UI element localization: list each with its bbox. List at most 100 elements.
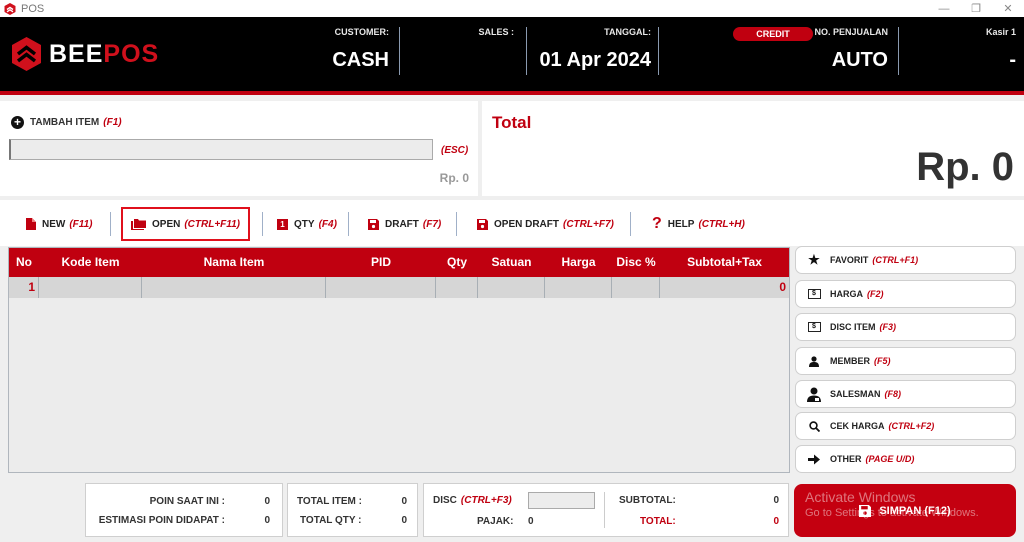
close-button[interactable]: ✕ bbox=[992, 0, 1024, 17]
cell-satuan[interactable] bbox=[478, 277, 545, 298]
grand-total-label: TOTAL: bbox=[640, 516, 676, 527]
date-field[interactable]: TANGGAL: 01 Apr 2024 bbox=[535, 27, 651, 72]
other-button[interactable]: OTHER (PAGE U/D) bbox=[795, 445, 1016, 473]
col-header-no[interactable]: No bbox=[9, 248, 39, 277]
file-icon bbox=[26, 218, 36, 230]
logo-text-pos: POS bbox=[103, 39, 160, 68]
col-header-disc[interactable]: Disc % bbox=[612, 248, 660, 277]
add-item-input[interactable] bbox=[9, 139, 433, 160]
col-header-nama-item[interactable]: Nama Item bbox=[142, 248, 326, 277]
cek-harga-button[interactable]: CEK HARGA (CTRL+F2) bbox=[795, 412, 1016, 440]
totals-count-box: TOTAL ITEM : 0 TOTAL QTY : 0 bbox=[287, 483, 418, 537]
cell-pid[interactable] bbox=[326, 277, 436, 298]
col-header-subtotal[interactable]: Subtotal+Tax bbox=[660, 248, 789, 277]
open-draft-button[interactable]: OPEN DRAFT (CTRL+F7) bbox=[477, 207, 614, 241]
customer-label: CUSTOMER: bbox=[334, 27, 389, 37]
cek-harga-shortcut: (CTRL+F2) bbox=[888, 421, 935, 431]
col-header-harga[interactable]: Harga bbox=[545, 248, 612, 277]
price-tag-icon: $ bbox=[804, 289, 824, 299]
save-label: SIMPAN (F12) bbox=[879, 504, 951, 517]
save-button[interactable]: SIMPAN (F12) bbox=[794, 484, 1016, 537]
cell-subtotal[interactable]: 0 bbox=[660, 277, 789, 298]
favorit-label: FAVORIT bbox=[830, 255, 869, 265]
salesman-label: SALESMAN bbox=[830, 389, 881, 399]
open-button[interactable]: OPEN (CTRL+F11) bbox=[121, 207, 250, 241]
table-row[interactable]: 1 0 bbox=[9, 277, 789, 298]
draft-button[interactable]: DRAFT (F7) bbox=[368, 207, 441, 241]
add-item-shortcut: (F1) bbox=[103, 117, 122, 128]
cell-harga[interactable] bbox=[545, 277, 612, 298]
cashier-field: Kasir 1 - bbox=[910, 27, 1016, 72]
draft-shortcut: (F7) bbox=[422, 218, 442, 230]
harga-button[interactable]: $ HARGA (F2) bbox=[795, 280, 1016, 308]
disc-shortcut: (CTRL+F3) bbox=[460, 495, 512, 506]
restore-button[interactable]: ❐ bbox=[960, 0, 992, 17]
arrow-right-icon bbox=[804, 454, 824, 465]
cashier-label: Kasir 1 bbox=[985, 27, 1016, 37]
col-header-satuan[interactable]: Satuan bbox=[478, 248, 545, 277]
other-label: OTHER bbox=[830, 454, 862, 464]
total-panel: Total Rp. 0 bbox=[482, 101, 1024, 196]
disc-label: DISC (CTRL+F3) bbox=[433, 495, 512, 506]
header-divider bbox=[898, 27, 899, 75]
cell-nama-item[interactable] bbox=[142, 277, 326, 298]
salesman-button[interactable]: SALESMAN (F8) bbox=[795, 380, 1016, 408]
minimize-button[interactable]: — bbox=[928, 0, 960, 17]
bee-logo-icon bbox=[12, 37, 41, 71]
open-draft-shortcut: (CTRL+F7) bbox=[563, 218, 614, 230]
favorit-button[interactable]: ★ FAVORIT (CTRL+F1) bbox=[795, 246, 1016, 274]
logo-text-bee: BEE bbox=[49, 39, 104, 68]
qty-icon: 1 bbox=[277, 218, 288, 230]
qty-button[interactable]: 1 QTY (F4) bbox=[277, 207, 337, 241]
salesman-icon bbox=[804, 387, 824, 402]
add-item-title: + TAMBAH ITEM (F1) bbox=[11, 116, 122, 129]
col-header-qty[interactable]: Qty bbox=[436, 248, 478, 277]
summary-divider bbox=[604, 492, 605, 528]
sales-label: SALES : bbox=[478, 27, 514, 37]
col-header-kode-item[interactable]: Kode Item bbox=[39, 248, 142, 277]
customer-field[interactable]: CUSTOMER: CASH bbox=[300, 27, 389, 72]
subtotal-label: SUBTOTAL: bbox=[619, 495, 676, 506]
disc-item-shortcut: (F3) bbox=[879, 322, 897, 332]
member-button[interactable]: MEMBER (F5) bbox=[795, 347, 1016, 375]
app-logo-icon bbox=[4, 2, 16, 15]
points-estimate-label: ESTIMASI POIN DIDAPAT : bbox=[98, 515, 225, 526]
sale-number-field: NO. PENJUALAN AUTO bbox=[800, 27, 888, 72]
cell-no[interactable]: 1 bbox=[9, 277, 39, 298]
items-table[interactable]: No Kode Item Nama Item PID Qty Satuan Ha… bbox=[8, 247, 790, 473]
cell-qty[interactable] bbox=[436, 277, 478, 298]
points-box: POIN SAAT INI : 0 ESTIMASI POIN DIDAPAT … bbox=[85, 483, 283, 537]
qty-label: QTY bbox=[294, 218, 315, 230]
subtotal-value: 0 bbox=[773, 495, 779, 506]
cell-kode-item[interactable] bbox=[39, 277, 142, 298]
esc-shortcut[interactable]: (ESC) bbox=[441, 145, 468, 156]
help-button[interactable]: ? HELP (CTRL+H) bbox=[652, 207, 745, 241]
col-header-pid[interactable]: PID bbox=[326, 248, 436, 277]
cell-disc[interactable] bbox=[612, 277, 660, 298]
action-toolbar: NEW (F11) OPEN (CTRL+F11) 1 QTY (F4) DRA… bbox=[0, 200, 1024, 246]
title-bar: POS — ❐ ✕ bbox=[0, 0, 1024, 17]
harga-label: HARGA bbox=[830, 289, 863, 299]
cashier-value: - bbox=[1009, 49, 1016, 71]
toolbar-divider bbox=[456, 212, 457, 236]
total-value: Rp. 0 bbox=[916, 145, 1014, 189]
window-title: POS bbox=[21, 2, 45, 15]
discount-input[interactable] bbox=[528, 492, 595, 509]
customer-value: CASH bbox=[332, 49, 389, 71]
open-draft-label: OPEN DRAFT bbox=[494, 218, 559, 230]
header-bar: BEEPOS CUSTOMER: CASH SALES : TANGGAL: 0… bbox=[0, 17, 1024, 91]
other-shortcut: (PAGE U/D) bbox=[865, 454, 915, 464]
disc-item-button[interactable]: $ DISC ITEM (F3) bbox=[795, 313, 1016, 341]
points-now-label: POIN SAAT INI : bbox=[149, 496, 225, 507]
new-button[interactable]: NEW (F11) bbox=[26, 207, 93, 241]
draft-label: DRAFT bbox=[385, 218, 419, 230]
star-icon: ★ bbox=[808, 252, 820, 267]
add-item-panel: + TAMBAH ITEM (F1) (ESC) Rp. 0 bbox=[0, 101, 478, 196]
points-estimate-value: 0 bbox=[264, 515, 270, 526]
help-label: HELP bbox=[667, 218, 695, 230]
sales-field[interactable]: SALES : bbox=[410, 27, 514, 49]
member-shortcut: (F5) bbox=[874, 356, 891, 366]
favorit-shortcut: (CTRL+F1) bbox=[872, 255, 919, 265]
date-label: TANGGAL: bbox=[604, 27, 651, 37]
brand-logo: BEEPOS bbox=[10, 36, 159, 72]
